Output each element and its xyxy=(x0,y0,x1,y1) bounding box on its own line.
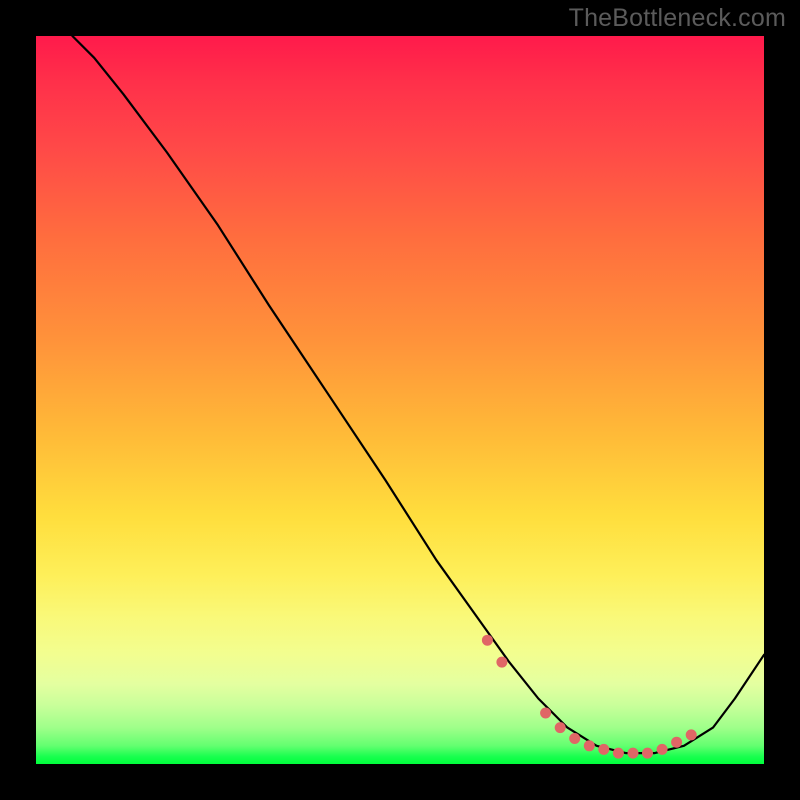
data-marker xyxy=(555,723,565,733)
data-marker xyxy=(599,744,609,754)
data-marker xyxy=(570,734,580,744)
data-marker xyxy=(482,635,492,645)
data-marker xyxy=(613,748,623,758)
marker-group xyxy=(482,635,696,758)
data-marker xyxy=(497,657,507,667)
data-marker xyxy=(686,730,696,740)
bottleneck-curve xyxy=(72,36,764,753)
data-marker xyxy=(643,748,653,758)
data-marker xyxy=(657,744,667,754)
data-marker xyxy=(672,737,682,747)
data-marker xyxy=(584,741,594,751)
data-marker xyxy=(541,708,551,718)
plot-area xyxy=(36,36,764,764)
watermark-text: TheBottleneck.com xyxy=(569,4,786,33)
chart-frame: TheBottleneck.com xyxy=(0,0,800,800)
curve-layer xyxy=(36,36,764,764)
data-marker xyxy=(628,748,638,758)
